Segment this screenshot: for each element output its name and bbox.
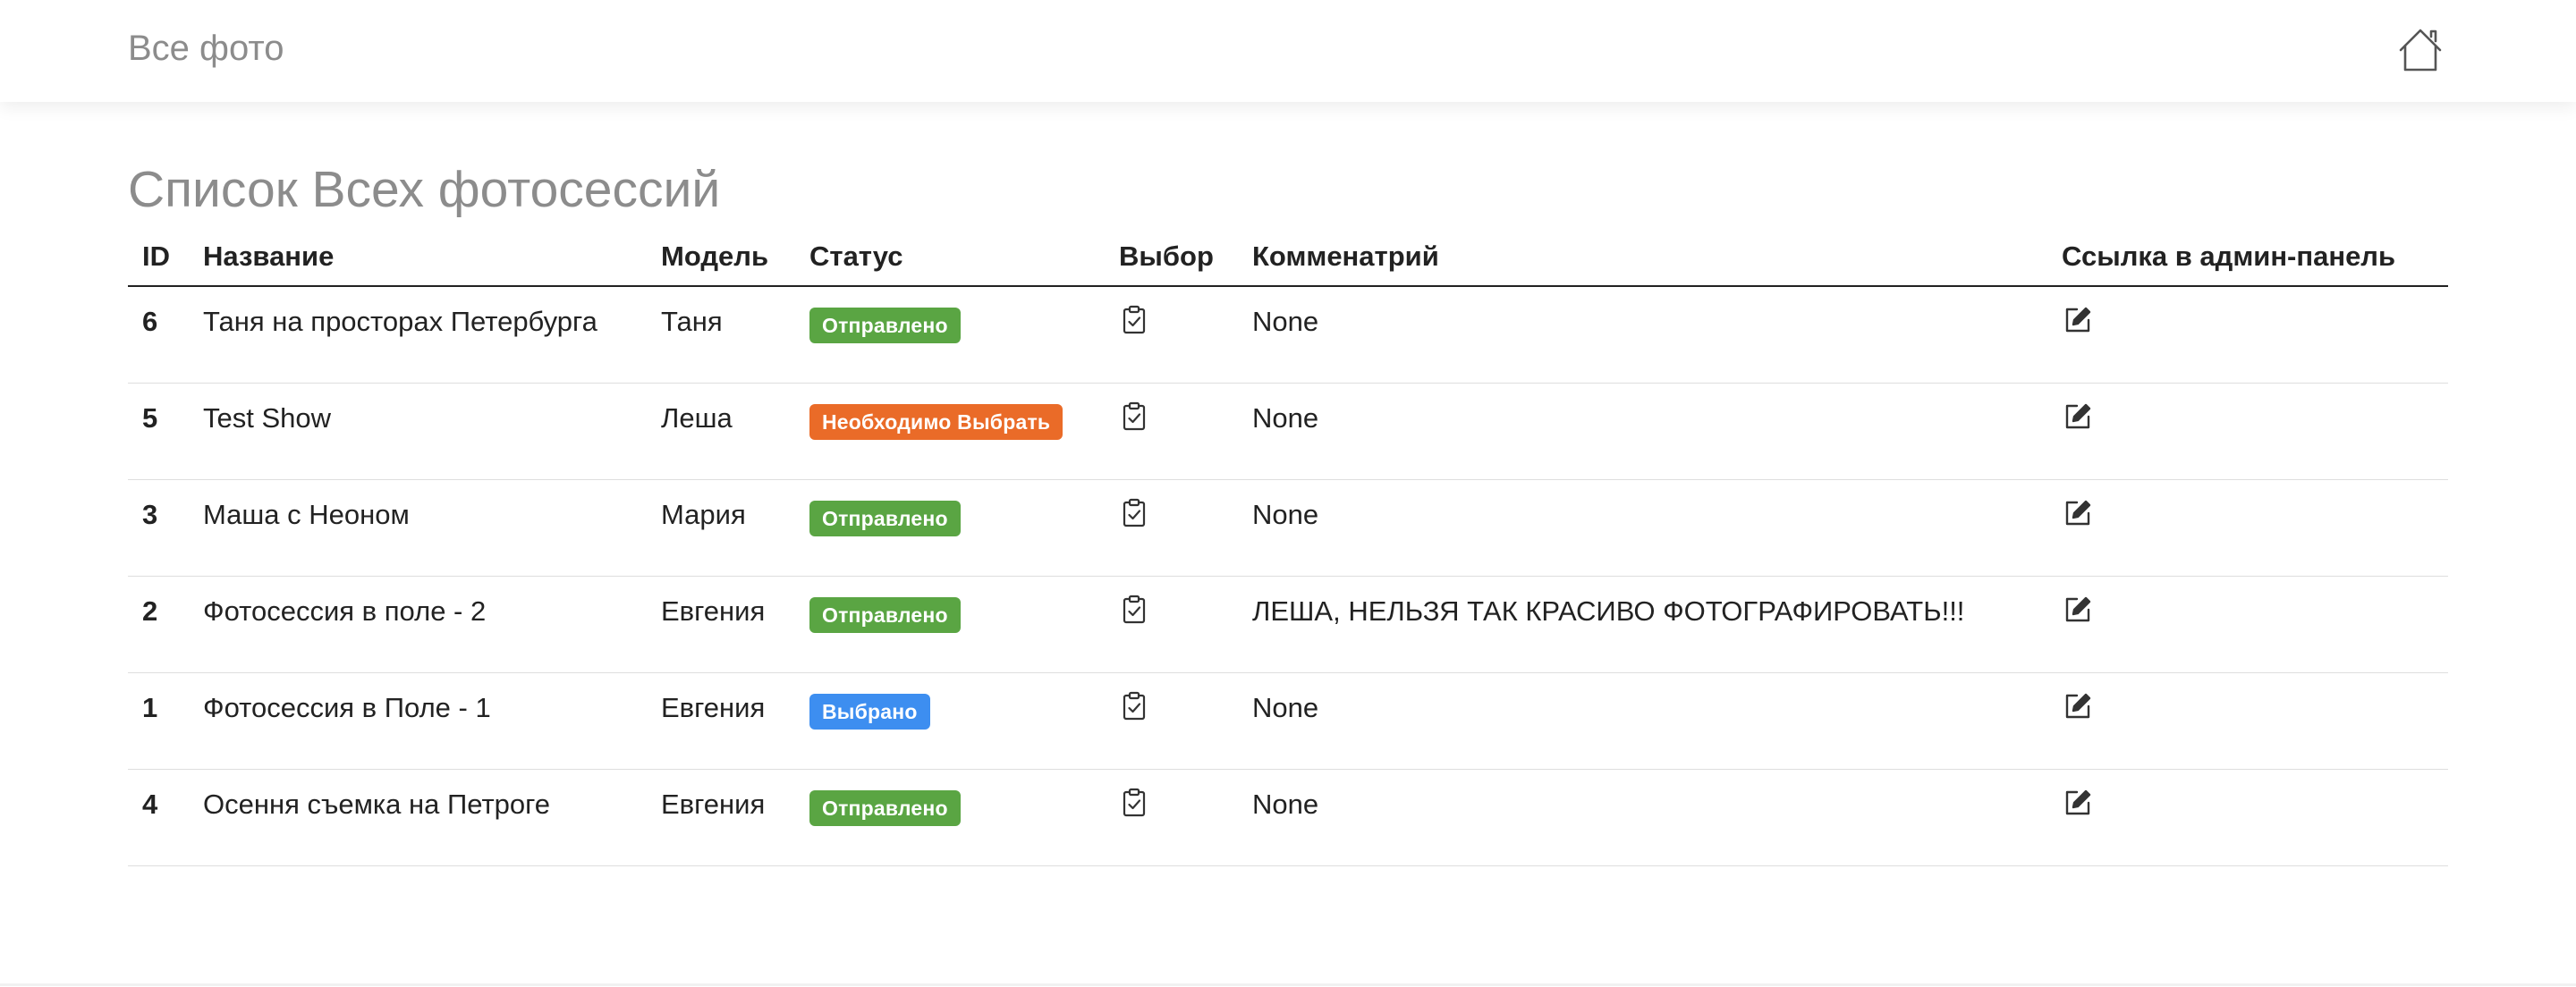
edit-icon[interactable] [2062,305,2092,335]
edit-icon[interactable] [2062,691,2092,721]
top-navbar: Все фото [0,0,2576,102]
row-select-cell [1105,479,1238,577]
row-comment: None [1238,672,2047,770]
status-badge: Отправлено [809,596,961,633]
page-title: Список Всех фотосессий [128,161,721,218]
table-header: ID Название Модель Статус Выбор Комменатрий Сс… [128,227,2448,287]
row-model: Мария [647,479,795,577]
table-row: 4 Осення съемка на Петроге Евгения Отправле… [128,769,2448,866]
row-model: Евгения [647,576,795,673]
clipboard-check-icon[interactable] [1119,498,1149,528]
row-id: 2 [128,576,189,673]
clipboard-check-icon[interactable] [1119,788,1149,818]
row-name: Test Show [189,383,647,480]
row-status-cell: Необходимо Выбрать [795,383,1105,480]
status-badge: Отправлено [809,789,961,826]
footer-divider [0,983,2576,986]
row-status-cell: Отправлено [795,479,1105,577]
row-comment: None [1238,383,2047,480]
home-icon[interactable] [2395,25,2445,75]
table-row: 1 Фотосессия в Поле - 1 Евгения Выбрано None [128,672,2448,770]
table-row: 6 Таня на просторах Петербурга Таня Отправл… [128,286,2448,384]
clipboard-check-icon[interactable] [1119,305,1149,335]
row-id: 5 [128,383,189,480]
row-select-cell [1105,576,1238,673]
row-select-cell [1105,383,1238,480]
row-id: 1 [128,672,189,770]
row-model: Евгения [647,672,795,770]
brand-link[interactable]: Все фото [128,27,284,70]
col-select-header: Выбор [1105,227,1238,287]
status-badge: Отправлено [809,308,961,343]
table-body: 6 Таня на просторах Петербурга Таня Отправл… [128,286,2448,866]
status-badge: Выбрано [809,693,930,730]
row-id: 4 [128,769,189,866]
row-name: Таня на просторах Петербурга [189,286,647,384]
col-status-header: Статус [795,227,1105,287]
col-id-header: ID [128,227,189,287]
edit-icon[interactable] [2062,401,2092,432]
row-admin-cell [2047,479,2448,577]
edit-icon[interactable] [2062,595,2092,625]
row-status-cell: Выбрано [795,672,1105,770]
table-row: 2 Фотосессия в поле - 2 Евгения Отправлено Л… [128,576,2448,673]
row-select-cell [1105,769,1238,866]
row-admin-cell [2047,769,2448,866]
row-model: Леша [647,383,795,480]
row-status-cell: Отправлено [795,576,1105,673]
row-admin-cell [2047,286,2448,384]
row-select-cell [1105,286,1238,384]
status-badge: Отправлено [809,500,961,536]
row-id: 6 [128,286,189,384]
col-name-header: Название [189,227,647,287]
edit-icon[interactable] [2062,788,2092,818]
row-status-cell: Отправлено [795,286,1105,384]
row-name: Фотосессия в поле - 2 [189,576,647,673]
row-select-cell [1105,672,1238,770]
status-badge: Необходимо Выбрать [809,403,1063,440]
col-comment-header: Комменатрий [1238,227,2047,287]
row-name: Маша с Неоном [189,479,647,577]
row-admin-cell [2047,672,2448,770]
clipboard-check-icon[interactable] [1119,691,1149,721]
col-model-header: Модель [647,227,795,287]
row-admin-cell [2047,383,2448,480]
row-comment: None [1238,286,2047,384]
row-model: Таня [647,286,795,384]
row-comment: None [1238,479,2047,577]
row-admin-cell [2047,576,2448,673]
photosessions-table: ID Название Модель Статус Выбор Комменатрий Сс… [128,227,2448,866]
row-name: Осення съемка на Петроге [189,769,647,866]
row-id: 3 [128,479,189,577]
col-admin-link-header: Ссылка в админ-панель [2047,227,2448,287]
clipboard-check-icon[interactable] [1119,595,1149,625]
row-model: Евгения [647,769,795,866]
edit-icon[interactable] [2062,498,2092,528]
row-comment: ЛЕША, НЕЛЬЗЯ ТАК КРАСИВО ФОТОГРАФИРОВАТЬ… [1238,576,2047,673]
row-name: Фотосессия в Поле - 1 [189,672,647,770]
table-row: 5 Test Show Леша Необходимо Выбрать None [128,383,2448,480]
clipboard-check-icon[interactable] [1119,401,1149,432]
row-status-cell: Отправлено [795,769,1105,866]
row-comment: None [1238,769,2047,866]
table-row: 3 Маша с Неоном Мария Отправлено None [128,479,2448,577]
